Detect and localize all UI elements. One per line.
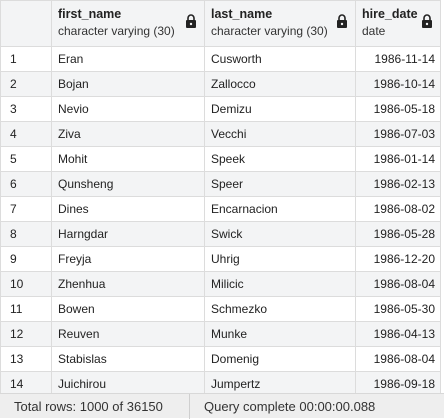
data-table: first_name character varying (30) last_n… <box>0 0 441 393</box>
table-row[interactable]: 13 Stabislas Domenig 1986-08-04 <box>0 346 441 372</box>
cell-hire-date[interactable]: 1986-07-03 <box>355 121 441 147</box>
row-number[interactable]: 11 <box>0 296 52 322</box>
table-row[interactable]: 10 Zhenhua Milicic 1986-08-04 <box>0 271 441 297</box>
cell-first-name[interactable]: Bojan <box>51 71 205 97</box>
lock-icon <box>422 14 432 28</box>
column-header-first-name[interactable]: first_name character varying (30) <box>51 0 205 47</box>
cell-first-name[interactable]: Stabislas <box>51 346 205 372</box>
table-row[interactable]: 2 Bojan Zallocco 1986-10-14 <box>0 71 441 97</box>
cell-hire-date[interactable]: 1986-09-18 <box>355 371 441 393</box>
cell-hire-date[interactable]: 1986-04-13 <box>355 321 441 347</box>
cell-first-name[interactable]: Eran <box>51 46 205 72</box>
cell-first-name[interactable]: Freyja <box>51 246 205 272</box>
lock-icon <box>186 14 196 28</box>
cell-hire-date[interactable]: 1986-11-14 <box>355 46 441 72</box>
cell-last-name[interactable]: Domenig <box>204 346 356 372</box>
column-header-last-name[interactable]: last_name character varying (30) <box>204 0 356 47</box>
table-row[interactable]: 14 Juichirou Jumpertz 1986-09-18 <box>0 371 441 393</box>
column-type: character varying (30) <box>211 24 328 38</box>
row-number[interactable]: 4 <box>0 121 52 147</box>
row-number[interactable]: 8 <box>0 221 52 247</box>
query-status: Query complete 00:00:00.088 <box>204 398 376 414</box>
row-number[interactable]: 14 <box>0 371 52 393</box>
cell-last-name[interactable]: Cusworth <box>204 46 356 72</box>
table-row[interactable]: 11 Bowen Schmezko 1986-05-30 <box>0 296 441 322</box>
row-number[interactable]: 6 <box>0 171 52 197</box>
total-rows-status: Total rows: 1000 of 36150 <box>14 398 163 414</box>
column-name: last_name <box>211 7 273 21</box>
table-row[interactable]: 4 Ziva Vecchi 1986-07-03 <box>0 121 441 147</box>
cell-first-name[interactable]: Dines <box>51 196 205 222</box>
status-bar: Total rows: 1000 of 36150 Query complete… <box>0 393 444 419</box>
cell-first-name[interactable]: Juichirou <box>51 371 205 393</box>
cell-last-name[interactable]: Speer <box>204 171 356 197</box>
row-number[interactable]: 3 <box>0 96 52 122</box>
cell-hire-date[interactable]: 1986-01-14 <box>355 146 441 172</box>
results-grid: first_name character varying (30) last_n… <box>0 0 444 393</box>
table-row[interactable]: 8 Harngdar Swick 1986-05-28 <box>0 221 441 247</box>
table-row[interactable]: 1 Eran Cusworth 1986-11-14 <box>0 46 441 72</box>
column-type: character varying (30) <box>58 24 175 38</box>
cell-hire-date[interactable]: 1986-05-30 <box>355 296 441 322</box>
table-row[interactable]: 7 Dines Encarnacion 1986-08-02 <box>0 196 441 222</box>
row-number[interactable]: 7 <box>0 196 52 222</box>
cell-hire-date[interactable]: 1986-08-04 <box>355 346 441 372</box>
cell-last-name[interactable]: Munke <box>204 321 356 347</box>
cell-hire-date[interactable]: 1986-05-18 <box>355 96 441 122</box>
cell-last-name[interactable]: Schmezko <box>204 296 356 322</box>
cell-first-name[interactable]: Ziva <box>51 121 205 147</box>
cell-last-name[interactable]: Zallocco <box>204 71 356 97</box>
cell-last-name[interactable]: Encarnacion <box>204 196 356 222</box>
row-number[interactable]: 10 <box>0 271 52 297</box>
cell-first-name[interactable]: Bowen <box>51 296 205 322</box>
lock-icon <box>337 14 347 28</box>
cell-last-name[interactable]: Milicic <box>204 271 356 297</box>
cell-last-name[interactable]: Speek <box>204 146 356 172</box>
cell-first-name[interactable]: Qunsheng <box>51 171 205 197</box>
table-row[interactable]: 9 Freyja Uhrig 1986-12-20 <box>0 246 441 272</box>
column-name: first_name <box>58 7 122 21</box>
row-number[interactable]: 13 <box>0 346 52 372</box>
cell-hire-date[interactable]: 1986-10-14 <box>355 71 441 97</box>
cell-hire-date[interactable]: 1986-12-20 <box>355 246 441 272</box>
table-row[interactable]: 12 Reuven Munke 1986-04-13 <box>0 321 441 347</box>
cell-first-name[interactable]: Zhenhua <box>51 271 205 297</box>
cell-hire-date[interactable]: 1986-08-04 <box>355 271 441 297</box>
row-number[interactable]: 1 <box>0 46 52 72</box>
column-header-hire-date[interactable]: hire_date date <box>355 0 441 47</box>
cell-last-name[interactable]: Uhrig <box>204 246 356 272</box>
row-number[interactable]: 5 <box>0 146 52 172</box>
cell-first-name[interactable]: Reuven <box>51 321 205 347</box>
cell-first-name[interactable]: Harngdar <box>51 221 205 247</box>
row-number-header[interactable] <box>0 0 52 47</box>
table-row[interactable]: 3 Nevio Demizu 1986-05-18 <box>0 96 441 122</box>
cell-first-name[interactable]: Mohit <box>51 146 205 172</box>
cell-first-name[interactable]: Nevio <box>51 96 205 122</box>
cell-last-name[interactable]: Jumpertz <box>204 371 356 393</box>
table-row[interactable]: 6 Qunsheng Speer 1986-02-13 <box>0 171 441 197</box>
cell-hire-date[interactable]: 1986-05-28 <box>355 221 441 247</box>
table-row[interactable]: 5 Mohit Speek 1986-01-14 <box>0 146 441 172</box>
cell-last-name[interactable]: Vecchi <box>204 121 356 147</box>
row-number[interactable]: 2 <box>0 71 52 97</box>
row-number[interactable]: 12 <box>0 321 52 347</box>
header-row: first_name character varying (30) last_n… <box>0 0 441 47</box>
cell-last-name[interactable]: Demizu <box>204 96 356 122</box>
cell-hire-date[interactable]: 1986-08-02 <box>355 196 441 222</box>
cell-last-name[interactable]: Swick <box>204 221 356 247</box>
cell-hire-date[interactable]: 1986-02-13 <box>355 171 441 197</box>
row-number[interactable]: 9 <box>0 246 52 272</box>
